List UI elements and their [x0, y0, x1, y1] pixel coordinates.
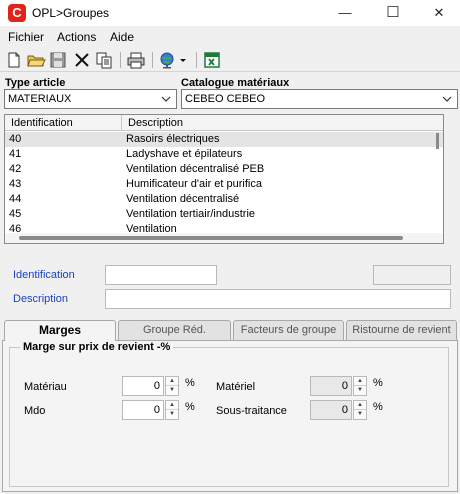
- spin-down-icon[interactable]: ▼: [354, 386, 366, 395]
- table-row[interactable]: 42 Ventilation décentralisé PEB: [5, 162, 443, 177]
- materiau-spinner[interactable]: ▲ ▼: [165, 376, 179, 396]
- column-header-identification[interactable]: Identification: [11, 117, 73, 129]
- vertical-scrollbar[interactable]: [433, 131, 443, 233]
- table-header: Identification Description: [5, 115, 443, 131]
- grid-side-panel: [445, 114, 457, 244]
- percent-symbol: %: [185, 401, 195, 413]
- type-article-label: Type article: [5, 77, 66, 89]
- description-input[interactable]: [105, 289, 451, 309]
- globe-icon[interactable]: [158, 50, 178, 70]
- menu-actions[interactable]: Actions: [57, 30, 96, 44]
- scrollbar-thumb[interactable]: [19, 236, 403, 240]
- spin-down-icon[interactable]: ▼: [166, 386, 178, 395]
- cell-description: Ventilation décentralisé PEB: [126, 163, 265, 175]
- delete-icon[interactable]: [72, 50, 92, 70]
- table-row[interactable]: 44 Ventilation décentralisé: [5, 192, 443, 207]
- excel-icon[interactable]: [202, 50, 222, 70]
- cell-description: Humificateur d'air et purifica: [126, 178, 262, 190]
- materiau-input[interactable]: 0: [122, 376, 164, 396]
- menu-aide[interactable]: Aide: [110, 30, 134, 44]
- identification-input[interactable]: [105, 265, 217, 285]
- percent-symbol: %: [373, 401, 383, 413]
- cell-identification: 41: [9, 148, 22, 160]
- print-icon[interactable]: [126, 50, 146, 70]
- tab-marges[interactable]: Marges: [4, 320, 116, 341]
- tabs-container: Marges Groupe Réd. Facteurs de groupe Ri…: [2, 320, 458, 492]
- spin-up-icon[interactable]: ▲: [166, 377, 178, 386]
- table-row[interactable]: 41 Ladyshave et épilateurs: [5, 147, 443, 162]
- spin-up-icon[interactable]: ▲: [354, 401, 366, 410]
- percent-symbol: %: [185, 377, 195, 389]
- sous-traitance-input[interactable]: 0: [310, 400, 352, 420]
- toolbar-separator: [152, 52, 153, 68]
- type-article-select[interactable]: MATERIAUX: [4, 89, 177, 109]
- spin-up-icon[interactable]: ▲: [166, 401, 178, 410]
- cell-description: Ventilation décentralisé: [126, 193, 240, 205]
- identification-label: Identification: [13, 269, 75, 281]
- description-label: Description: [13, 293, 69, 305]
- toolbar-separator: [120, 52, 121, 68]
- open-icon[interactable]: [26, 50, 46, 70]
- spin-up-icon[interactable]: ▲: [354, 377, 366, 386]
- catalogue-value: CEBEO CEBEO: [185, 93, 266, 105]
- tab-panel-marges: Marge sur prix de revient -% Matériau 0 …: [2, 340, 458, 492]
- app-logo-icon: C: [8, 4, 26, 22]
- chevron-down-icon: [160, 92, 172, 106]
- marge-groupbox: Marge sur prix de revient -% Matériau 0 …: [9, 341, 449, 487]
- column-divider[interactable]: [121, 115, 122, 131]
- cell-identification: 45: [9, 208, 22, 220]
- cell-identification: 40: [9, 133, 22, 145]
- cell-identification: 44: [9, 193, 22, 205]
- new-icon[interactable]: [4, 50, 24, 70]
- groups-table[interactable]: Identification Description 40 Rasoirs él…: [4, 114, 444, 244]
- materiel-spinner[interactable]: ▲ ▼: [353, 376, 367, 396]
- minimize-button[interactable]: —: [322, 0, 368, 26]
- cell-identification: 43: [9, 178, 22, 190]
- save-icon[interactable]: [48, 50, 68, 70]
- table-row[interactable]: 40 Rasoirs électriques: [5, 132, 443, 147]
- menu-bar: Fichier Actions Aide: [0, 28, 460, 46]
- scrollbar-thumb[interactable]: [436, 133, 439, 149]
- materiel-input[interactable]: 0: [310, 376, 352, 396]
- table-row[interactable]: 46 Ventilation: [5, 222, 443, 233]
- marge-group-title: Marge sur prix de revient -%: [20, 341, 174, 353]
- copy-icon[interactable]: [94, 50, 114, 70]
- title-bar: C OPL>Groupes — ☐ ✕: [0, 0, 460, 26]
- toolbar: [0, 48, 460, 72]
- cell-identification: 42: [9, 163, 22, 175]
- catalogue-select[interactable]: CEBEO CEBEO: [181, 89, 458, 109]
- window-title: OPL>Groupes: [32, 6, 110, 20]
- maximize-button[interactable]: ☐: [370, 0, 416, 26]
- cell-description: Rasoirs électriques: [126, 133, 220, 145]
- catalogue-label: Catalogue matériaux: [181, 77, 290, 89]
- percent-symbol: %: [373, 377, 383, 389]
- mdo-input[interactable]: 0: [122, 400, 164, 420]
- type-article-value: MATERIAUX: [8, 93, 72, 105]
- chevron-down-icon[interactable]: [178, 50, 188, 70]
- horizontal-scrollbar[interactable]: [5, 233, 443, 243]
- cell-description: Ventilation: [126, 223, 177, 233]
- materiel-label: Matériel: [216, 381, 256, 393]
- sous-traitance-label: Sous-traitance: [216, 405, 287, 417]
- sous-traitance-spinner[interactable]: ▲ ▼: [353, 400, 367, 420]
- spin-down-icon[interactable]: ▼: [166, 410, 178, 419]
- table-row[interactable]: 45 Ventilation tertiair/industrie: [5, 207, 443, 222]
- tab-ristourne-de-revient[interactable]: Ristourne de revient: [346, 320, 457, 340]
- column-header-description[interactable]: Description: [128, 117, 183, 129]
- cell-identification: 46: [9, 223, 22, 233]
- tab-groupe-red[interactable]: Groupe Réd.: [118, 320, 231, 340]
- mdo-label: Mdo: [24, 405, 46, 417]
- mdo-spinner[interactable]: ▲ ▼: [165, 400, 179, 420]
- spin-down-icon[interactable]: ▼: [354, 410, 366, 419]
- cell-description: Ladyshave et épilateurs: [126, 148, 243, 160]
- cell-description: Ventilation tertiair/industrie: [126, 208, 256, 220]
- toolbar-separator: [196, 52, 197, 68]
- disabled-field: [373, 265, 451, 285]
- materiau-label: Matériau: [24, 381, 67, 393]
- chevron-down-icon: [441, 92, 453, 106]
- table-row[interactable]: 43 Humificateur d'air et purifica: [5, 177, 443, 192]
- tab-facteurs-de-groupe[interactable]: Facteurs de groupe: [233, 320, 344, 340]
- menu-fichier[interactable]: Fichier: [8, 30, 44, 44]
- close-button[interactable]: ✕: [416, 0, 460, 26]
